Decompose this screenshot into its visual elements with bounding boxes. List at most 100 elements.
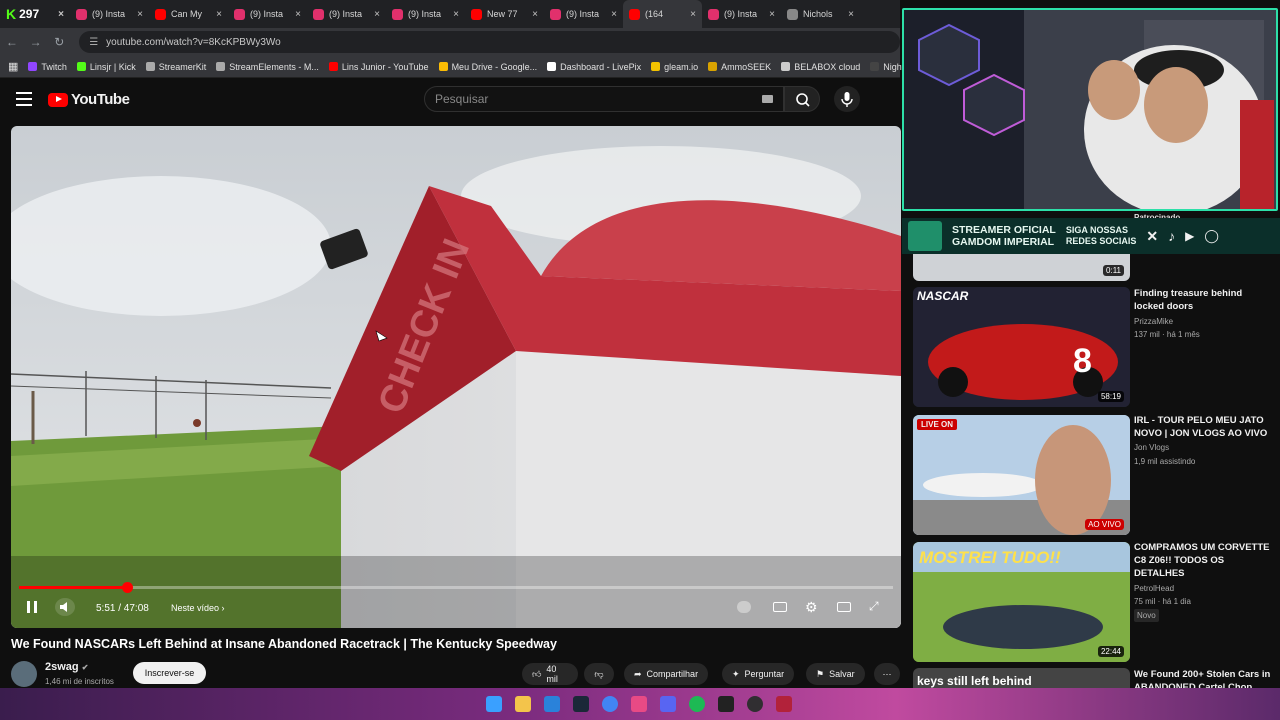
dislike-button[interactable]: 👎︎ xyxy=(584,663,614,685)
close-tab-icon[interactable]: × xyxy=(690,9,696,20)
more-actions-button[interactable]: ⋯ xyxy=(874,663,900,685)
close-tab-icon[interactable]: × xyxy=(453,9,459,20)
recommendation-thumbnail[interactable]: 8 NASCAR 58:19 xyxy=(913,287,1130,407)
obs-icon[interactable] xyxy=(747,696,763,712)
voice-search-button[interactable] xyxy=(834,86,860,112)
channel-avatar[interactable] xyxy=(11,661,37,687)
bookmark-item[interactable]: AmmoSEEK xyxy=(708,62,771,72)
bookmark-favicon-icon xyxy=(216,62,226,71)
save-button[interactable]: ⚑ Salvar xyxy=(806,663,865,685)
recommendation-title[interactable]: IRL - TOUR PELO MEU JATO NOVO | JON VLOG… xyxy=(1134,414,1274,440)
search-button[interactable] xyxy=(784,86,820,112)
close-tab-icon[interactable]: × xyxy=(611,9,617,20)
gamdom-logo xyxy=(908,221,942,251)
new-badge: Novo xyxy=(1134,609,1159,622)
close-tab-icon[interactable]: × xyxy=(58,9,64,20)
url-text: youtube.com/watch?v=8KcKPBWy3Wo xyxy=(106,36,281,48)
bookmark-item[interactable]: Meu Drive - Google... xyxy=(438,62,537,72)
progress-bar[interactable] xyxy=(19,582,893,593)
bookmark-item[interactable]: Dashboard - LivePix xyxy=(547,62,641,72)
tab-favicon-icon xyxy=(708,8,719,20)
close-tab-icon[interactable]: × xyxy=(374,9,380,20)
like-button[interactable]: 👍︎ 40 mil xyxy=(522,663,578,685)
sidebar: Patrocinado STREAMER OFICIAL GAMDOM IMPE… xyxy=(902,0,1280,720)
tab-label: (9) Insta xyxy=(329,9,363,19)
settings-button[interactable]: ⚙ xyxy=(805,599,818,616)
tab-label: (164 xyxy=(645,9,664,19)
recommendation-thumbnail[interactable]: MOSTREI TUDO!! 22:44 xyxy=(913,542,1130,662)
search-input[interactable]: Pesquisar xyxy=(424,86,784,112)
app-icon[interactable] xyxy=(544,696,560,712)
ask-button[interactable]: ✦ Perguntar xyxy=(722,663,795,685)
steam-icon[interactable] xyxy=(573,696,589,712)
volume-button[interactable] xyxy=(55,598,75,616)
subtitles-button[interactable] xyxy=(773,602,787,612)
chrome-icon[interactable] xyxy=(602,696,618,712)
bookmark-item[interactable]: Linsjr | Kick xyxy=(76,62,136,72)
site-info-icon[interactable]: ☰ xyxy=(89,37,98,48)
subscribe-button[interactable]: Inscrever-se xyxy=(133,662,206,684)
close-tab-icon[interactable]: × xyxy=(216,9,222,20)
video-player[interactable]: CHECK IN 5:51 / 47:08 Neste vídeo › ⚙ ⤢ xyxy=(11,126,901,628)
browser-tab[interactable]: (9) Insta × xyxy=(386,0,465,28)
recommendation-thumbnail[interactable]: keys still left behind xyxy=(913,668,1130,688)
terminal-icon[interactable] xyxy=(718,696,734,712)
browser-tab[interactable]: K 297 × xyxy=(0,0,70,28)
apps-icon[interactable]: ▦ xyxy=(8,60,18,73)
theater-mode-button[interactable] xyxy=(837,602,851,612)
browser-tab[interactable]: Can My × xyxy=(149,0,228,28)
close-tab-icon[interactable]: × xyxy=(295,9,301,20)
pause-button[interactable] xyxy=(25,600,39,614)
tab-label: Can My xyxy=(171,9,203,19)
tab-label: (9) Insta xyxy=(724,9,758,19)
bookmark-item[interactable]: Lins Junior - YouTube xyxy=(328,62,429,72)
recommendation-channel[interactable]: PrizzaMike xyxy=(1134,315,1173,328)
bookmark-item[interactable]: StreamElements - M... xyxy=(216,62,319,72)
app-icon[interactable] xyxy=(631,696,647,712)
fullscreen-button[interactable]: ⤢ xyxy=(869,599,879,614)
url-field[interactable]: ☰ youtube.com/watch?v=8KcKPBWy3Wo xyxy=(79,31,901,53)
browser-tab[interactable]: (9) Insta × xyxy=(70,0,149,28)
recommendation-title[interactable]: Finding treasure behind locked doors xyxy=(1134,287,1274,313)
bookmark-item[interactable]: gleam.io xyxy=(651,62,698,72)
recommendation-channel[interactable]: PetrolHead xyxy=(1134,582,1174,595)
bookmark-item[interactable]: BELABOX cloud xyxy=(781,62,860,72)
close-tab-icon[interactable]: × xyxy=(532,9,538,20)
browser-tab[interactable]: (9) Insta × xyxy=(702,0,781,28)
hamburger-menu-icon[interactable] xyxy=(16,92,32,106)
browser-tab[interactable]: Nichols × xyxy=(781,0,860,28)
recommendation-channel[interactable]: Jon Vlogs xyxy=(1134,441,1169,454)
recommendation-meta: 75 mil · há 1 dia xyxy=(1134,597,1191,606)
close-tab-icon[interactable]: × xyxy=(769,9,775,20)
close-tab-icon[interactable]: × xyxy=(848,9,854,20)
recommendation-title[interactable]: COMPRAMOS UM CORVETTE C8 Z06!! TODOS OS … xyxy=(1134,541,1274,580)
recommendation-title[interactable]: We Found 200+ Stolen Cars in ABANDONED C… xyxy=(1134,668,1274,688)
recommendation-thumbnail[interactable]: LIVE ON AO VIVO xyxy=(913,415,1130,535)
browser-tab[interactable]: (9) Insta × xyxy=(307,0,386,28)
recommendation-thumbnail[interactable]: 0:11 xyxy=(913,254,1130,281)
spotify-icon[interactable] xyxy=(689,696,705,712)
share-button[interactable]: ➦ Compartilhar xyxy=(624,663,709,685)
browser-tab[interactable]: (164 × xyxy=(623,0,702,28)
reload-icon[interactable]: ↻ xyxy=(47,35,71,49)
microphone-icon xyxy=(841,92,853,107)
browser-tab[interactable]: (9) Insta × xyxy=(228,0,307,28)
channel-name[interactable]: 2swag ✔ xyxy=(45,661,88,673)
windows-start-icon[interactable] xyxy=(486,696,502,712)
bookmark-item[interactable]: Twitch xyxy=(28,62,67,72)
app-icon[interactable] xyxy=(776,696,792,712)
youtube-logo[interactable]: YouTube xyxy=(48,91,130,108)
browser-tab[interactable]: New 77 × xyxy=(465,0,544,28)
discord-icon[interactable] xyxy=(660,696,676,712)
browser-tab[interactable]: (9) Insta × xyxy=(544,0,623,28)
autoplay-toggle[interactable] xyxy=(737,601,751,613)
forward-icon[interactable]: → xyxy=(24,35,48,49)
file-explorer-icon[interactable] xyxy=(515,696,531,712)
video-duration: 58:19 xyxy=(1097,391,1124,402)
chapter-button[interactable]: Neste vídeo › xyxy=(171,603,225,613)
bookmark-item[interactable]: StreamerKit xyxy=(145,62,206,72)
thumbnail-image xyxy=(913,415,1130,535)
back-icon[interactable]: ← xyxy=(0,35,24,49)
close-tab-icon[interactable]: × xyxy=(137,9,143,20)
keyboard-icon[interactable] xyxy=(762,95,773,103)
